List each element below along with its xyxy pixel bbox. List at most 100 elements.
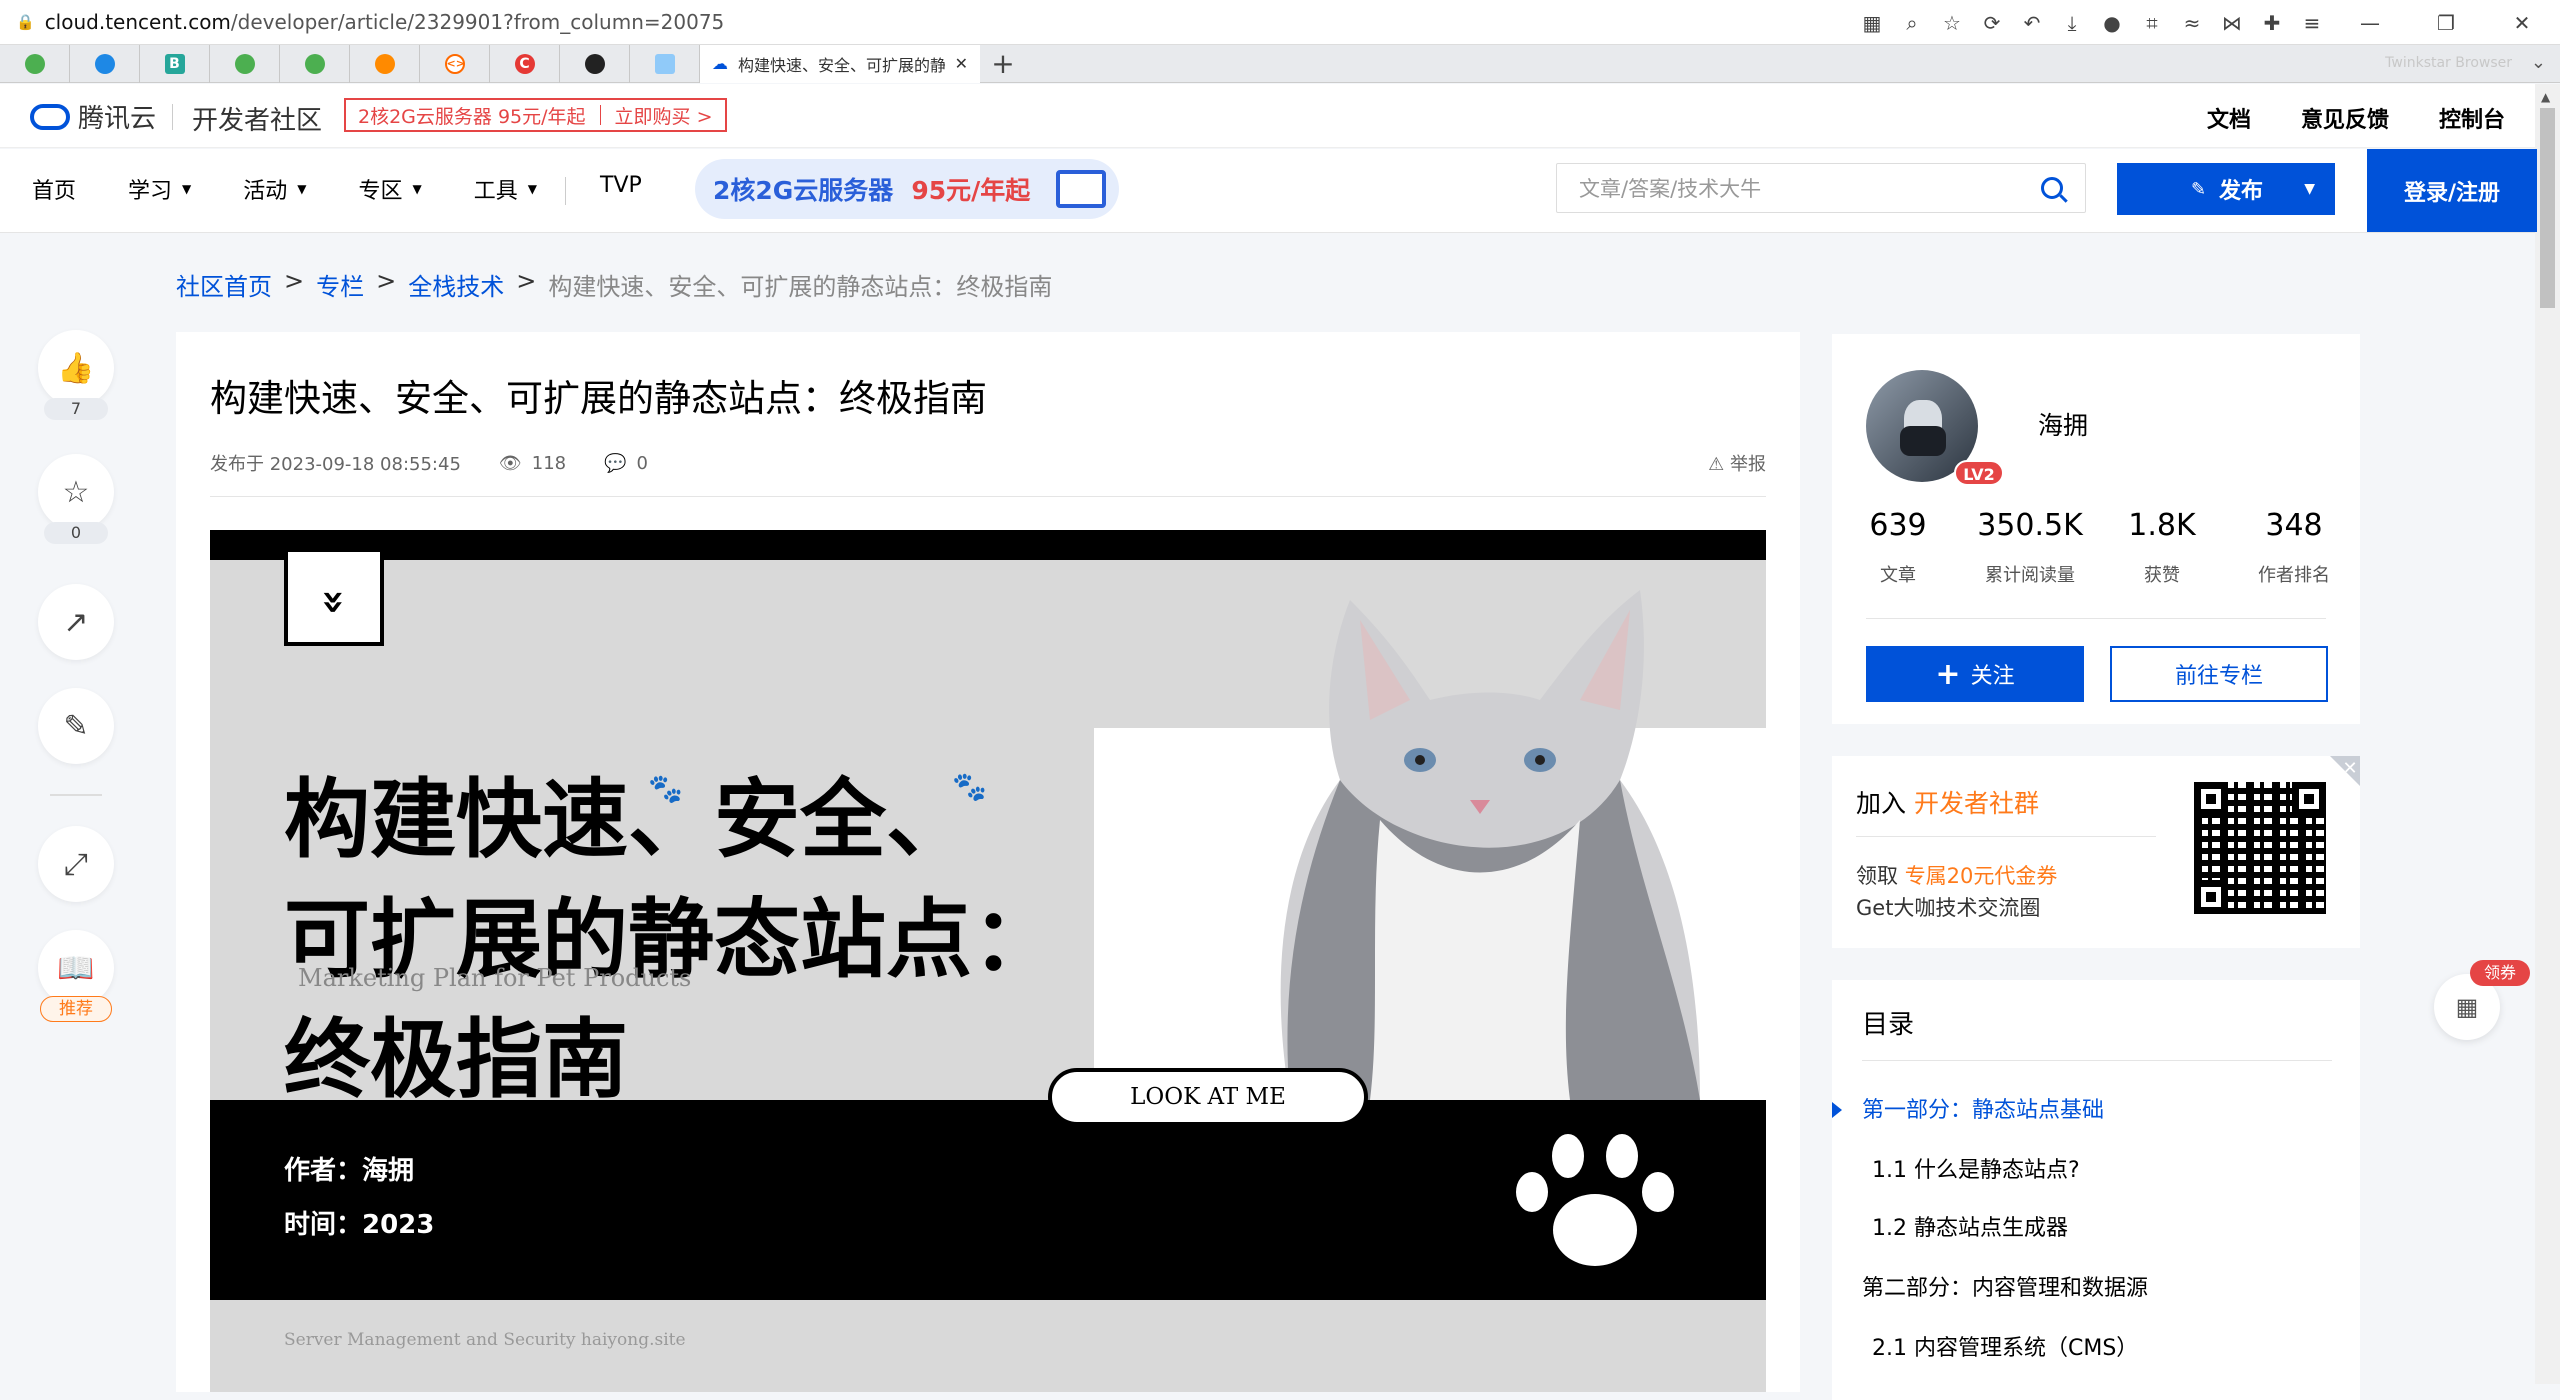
caret-down-icon: ▼: [527, 182, 538, 196]
search-icon[interactable]: [2041, 177, 2063, 199]
breadcrumb-column[interactable]: 专栏: [316, 267, 364, 302]
publish-button[interactable]: ✎ 发布 ▼: [2117, 163, 2335, 215]
recommend-tag[interactable]: 推荐: [40, 996, 112, 1022]
login-button[interactable]: 登录/注册: [2367, 149, 2537, 232]
browser-address-bar: 🔒 cloud.tencent.com/developer/article/23…: [0, 0, 2560, 45]
article-meta: 发布于 2023-09-18 08:55:45 👁 118 💬 0: [210, 450, 648, 476]
minimize-icon[interactable]: —: [2332, 11, 2408, 35]
search-input[interactable]: 文章/答案/技术大牛: [1579, 173, 1761, 203]
pinned-tab[interactable]: [70, 44, 140, 83]
share-button[interactable]: ↗: [38, 584, 114, 660]
toc-item[interactable]: 1.1 什么是静态站点?: [1872, 1152, 2080, 1184]
close-window-icon[interactable]: ✕: [2484, 11, 2560, 35]
favorite-button[interactable]: ☆: [38, 454, 114, 530]
coupon-tag[interactable]: 领券: [2470, 960, 2530, 986]
extension-icon[interactable]: ●: [2092, 11, 2132, 35]
pinned-tab[interactable]: [280, 44, 350, 83]
breadcrumb: 社区首页 > 专栏 > 全栈技术 > 构建快速、安全、可扩展的静态站点：终极指南: [176, 267, 1052, 302]
docs-link[interactable]: 文档: [2207, 102, 2251, 134]
buy-now-link[interactable]: 立即购买 >: [615, 102, 713, 129]
leaf-icon: [234, 53, 255, 74]
scrollbar-thumb[interactable]: [2540, 108, 2555, 308]
menu-icon[interactable]: ≡: [2292, 11, 2332, 35]
breadcrumb-home[interactable]: 社区首页: [176, 267, 272, 302]
bowtie-icon[interactable]: ⋈: [2212, 11, 2252, 35]
report-link[interactable]: ⚠ 举报: [1708, 450, 1766, 476]
cover-top-band: [210, 530, 1766, 560]
promo-banner[interactable]: 2核2G云服务器 95元/年起 立即购买 >: [344, 98, 727, 132]
close-icon[interactable]: ✕: [2330, 756, 2360, 786]
stat-reads: 350.5K 累计阅读量: [1977, 508, 2083, 586]
crop-icon[interactable]: ⌗: [2132, 11, 2172, 35]
tencent-cloud-logo[interactable]: 腾讯云: [30, 98, 156, 135]
cover-image: » 构建快速、安全、 可扩展的静态站点： 终极指南 🐾 🐾 Marketing …: [210, 530, 1766, 1392]
pinned-tab[interactable]: [350, 44, 420, 83]
look-at-me-pill: LOOK AT ME: [1048, 1068, 1368, 1126]
cover-footer: Server Management and Security haiyong.s…: [284, 1330, 686, 1350]
active-tab[interactable]: ☁ 构建快速、安全、可扩展的静态 ✕: [700, 44, 980, 83]
pinned-tab[interactable]: [210, 44, 280, 83]
grid-icon[interactable]: ▦: [1852, 11, 1892, 35]
like-button[interactable]: 👍: [38, 330, 114, 406]
pinned-tab[interactable]: C: [490, 44, 560, 83]
nav-learn[interactable]: 学习 ▼: [128, 173, 191, 205]
github-icon: [584, 53, 605, 74]
browser-toolbar: ▦ ⌕ ☆ ⟳ ↶ ⤓ ● ⌗ ≈ ⋈ ✚ ≡ — ❐ ✕: [1852, 0, 2560, 45]
star-icon[interactable]: ☆: [1932, 11, 1972, 35]
divider: [210, 496, 1766, 497]
nav-zones[interactable]: 专区 ▼: [359, 173, 422, 205]
nav-tools[interactable]: 工具 ▼: [474, 173, 537, 205]
article-card: 构建快速、安全、可扩展的静态站点：终极指南 发布于 2023-09-18 08:…: [176, 332, 1800, 1392]
translate-icon[interactable]: ≈: [2172, 11, 2212, 35]
recommend-button[interactable]: 📖: [38, 930, 114, 1006]
pinned-tab[interactable]: B: [140, 44, 210, 83]
stat-likes: 1.8K 获赞: [2128, 508, 2196, 586]
goto-column-button[interactable]: 前往专栏: [2110, 646, 2328, 702]
comment-icon: 💬: [604, 452, 627, 474]
author-name[interactable]: 海拥: [2038, 406, 2088, 442]
leaf-icon: [304, 53, 325, 74]
coupon-text: 领取 专属20元代金券: [1856, 864, 2058, 888]
pinned-tab[interactable]: [630, 44, 700, 83]
search-box[interactable]: 文章/答案/技术大牛: [1556, 163, 2086, 213]
new-tab-button[interactable]: +: [980, 47, 1026, 80]
console-link[interactable]: 控制台: [2439, 102, 2505, 134]
server-promo-pill[interactable]: 2核2G云服务器 95元/年起: [695, 159, 1119, 219]
pinned-tab[interactable]: [0, 44, 70, 83]
undo-icon[interactable]: ↶: [2012, 11, 2052, 35]
toc-item[interactable]: 2.1 内容管理系统（CMS）: [1872, 1330, 2138, 1362]
url-field[interactable]: 🔒 cloud.tencent.com/developer/article/23…: [16, 10, 724, 34]
fullscreen-button[interactable]: ⤢: [38, 826, 114, 902]
restore-icon[interactable]: ❐: [2408, 11, 2484, 35]
nav-events[interactable]: 活动 ▼: [243, 173, 306, 205]
follow-button[interactable]: + 关注: [1866, 646, 2084, 702]
refresh-icon[interactable]: ⟳: [1972, 11, 2012, 35]
rail-divider: [50, 794, 102, 796]
feedback-link[interactable]: 意见反馈: [2301, 102, 2389, 134]
active-marker-icon: [1832, 1102, 1842, 1118]
expand-icon: ⤢: [64, 846, 88, 882]
toc-item[interactable]: 1.2 静态站点生成器: [1872, 1210, 2068, 1242]
nav-home[interactable]: 首页: [32, 173, 76, 205]
warning-icon: ⚠: [1708, 454, 1730, 475]
lock-icon: 🔒: [16, 13, 35, 31]
page-scrollbar[interactable]: ▲: [2535, 84, 2560, 1384]
pinned-tab[interactable]: [560, 44, 630, 83]
join-community-card[interactable]: 加入 开发者社群 领取 专属20元代金券 Get大咖技术交流圈 ✕: [1832, 756, 2360, 948]
tab-list-chevron-icon[interactable]: ⌄: [2531, 52, 2546, 73]
zoom-icon[interactable]: ⌕: [1892, 11, 1932, 35]
toc-item[interactable]: 第一部分：静态站点基础: [1862, 1092, 2104, 1124]
chevron-down-icon[interactable]: ▼: [2304, 181, 2315, 197]
breadcrumb-category[interactable]: 全栈技术: [408, 267, 504, 302]
nav-tvp[interactable]: TVP: [600, 173, 642, 198]
community-title[interactable]: 开发者社区: [192, 100, 322, 137]
toc-item[interactable]: 第二部分：内容管理和数据源: [1862, 1270, 2148, 1302]
kitten-image: [1280, 590, 1700, 1100]
download-icon[interactable]: ⤓: [2052, 11, 2092, 35]
scroll-up-icon[interactable]: ▲: [2541, 90, 2550, 104]
close-tab-icon[interactable]: ✕: [955, 54, 968, 73]
pinned-tab[interactable]: <>: [420, 44, 490, 83]
puzzle-icon[interactable]: ✚: [2252, 11, 2292, 35]
add-note-button[interactable]: ✎: [38, 688, 114, 764]
comments[interactable]: 💬 0: [604, 453, 648, 474]
